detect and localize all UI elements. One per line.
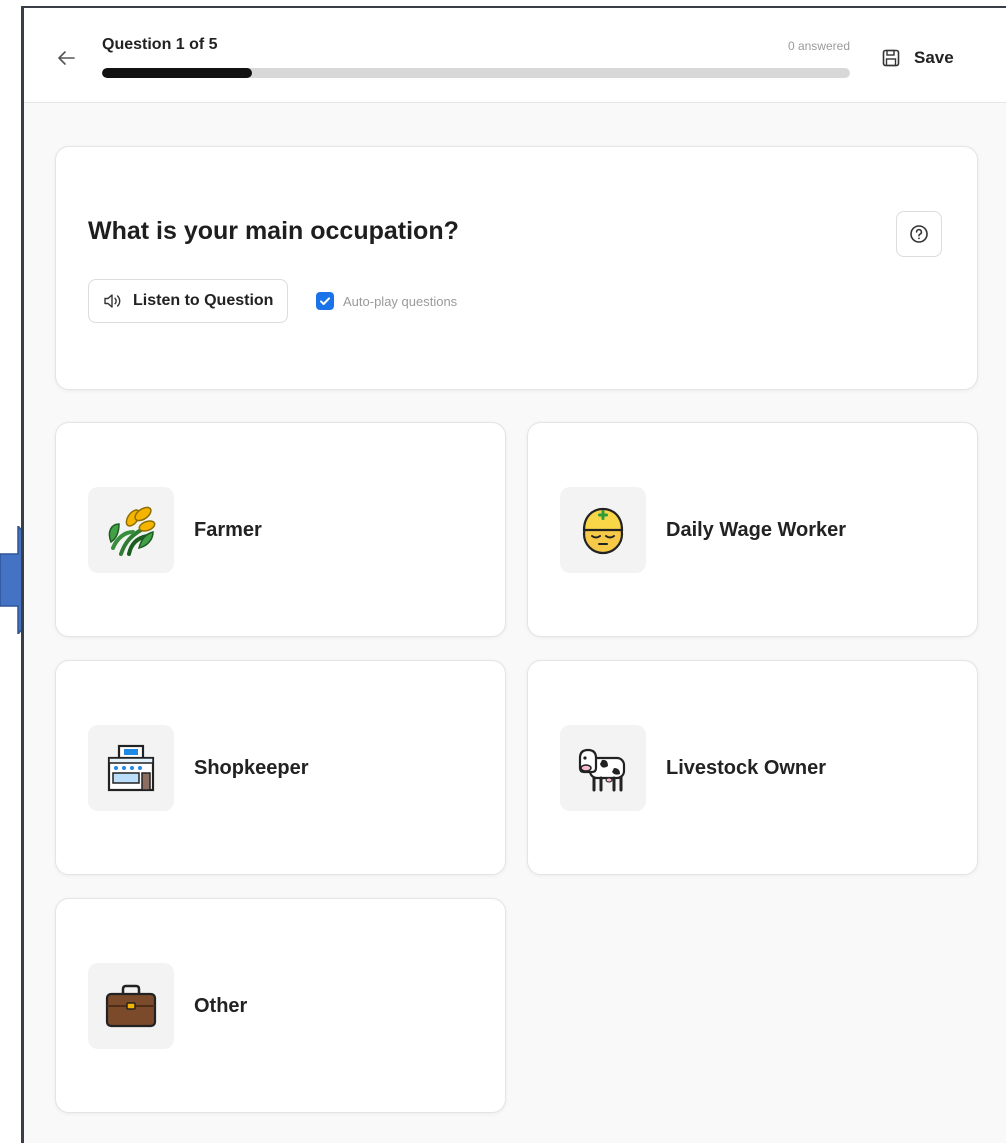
autoplay-toggle: Auto-play questions	[316, 292, 457, 310]
autoplay-checkbox[interactable]	[316, 292, 334, 310]
option-label: Shopkeeper	[194, 757, 309, 779]
sheaf-of-rice-icon	[108, 506, 156, 556]
save-label: Save	[914, 48, 954, 67]
checkmark-icon	[320, 297, 330, 305]
option-daily-wage-worker[interactable]: Daily Wage Worker	[527, 422, 978, 637]
cow-icon	[578, 748, 626, 792]
question-card: What is your main occupation? Listen to …	[55, 146, 978, 390]
option-icon-tile	[88, 725, 174, 811]
option-icon-tile	[560, 725, 646, 811]
option-shopkeeper[interactable]: Shopkeeper	[55, 660, 506, 875]
save-button[interactable]: Save	[882, 44, 954, 72]
option-icon-tile	[88, 963, 174, 1049]
listen-label: Listen to Question	[133, 292, 274, 309]
option-icon-tile	[560, 487, 646, 573]
option-icon-tile	[88, 487, 174, 573]
option-label: Farmer	[194, 519, 262, 541]
option-label: Livestock Owner	[666, 757, 827, 779]
question-title: What is your main occupation?	[88, 217, 459, 245]
briefcase-icon	[105, 984, 157, 1028]
app-window: Question 1 of 5 0 answered Save What is …	[21, 6, 1006, 1143]
arrow-left-icon	[58, 51, 75, 65]
option-other[interactable]: Other	[55, 898, 506, 1113]
progress-bar	[102, 68, 850, 78]
header-bar: Question 1 of 5 0 answered Save	[24, 8, 1006, 103]
option-livestock-owner[interactable]: Livestock Owner	[527, 660, 978, 875]
listen-button[interactable]: Listen to Question	[88, 279, 289, 323]
progress-fill	[102, 68, 252, 78]
help-icon	[910, 225, 928, 243]
back-button[interactable]	[54, 46, 78, 70]
option-label: Daily Wage Worker	[666, 519, 847, 541]
option-label: Other	[194, 995, 248, 1017]
convenience-store-icon	[107, 744, 155, 792]
help-button[interactable]	[896, 211, 942, 257]
construction-worker-icon	[582, 507, 624, 555]
save-icon	[882, 49, 900, 67]
question-counter: Question 1 of 5	[102, 36, 218, 53]
speaker-icon	[104, 294, 121, 308]
option-farmer[interactable]: Farmer	[55, 422, 506, 637]
answered-count: 0 answered	[787, 39, 850, 53]
autoplay-label: Auto-play questions	[343, 293, 458, 309]
